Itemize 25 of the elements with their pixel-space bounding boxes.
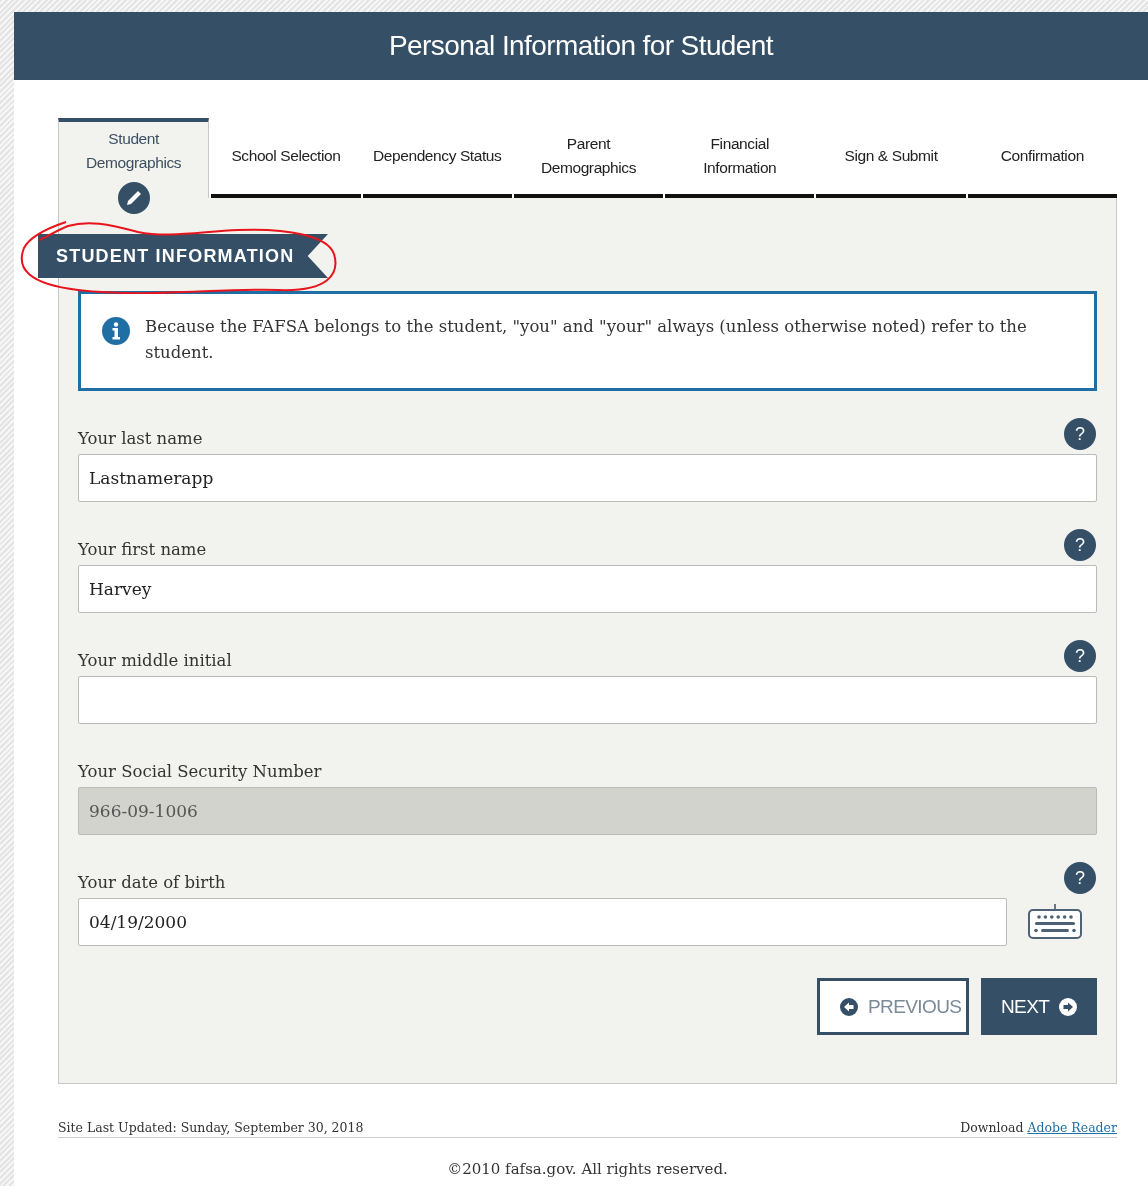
field-label: Your last name [78,429,203,450]
last-updated-text: Site Last Updated: Sunday, September 30, 2018 [58,1120,364,1135]
step-tab[interactable]: Student Demographics [58,118,210,198]
section-banner: STUDENT INFORMATION [38,234,328,278]
adobe-reader-link[interactable]: Adobe Reader [1027,1120,1117,1135]
notice-text: Because the FAFSA belongs to the student, "you" and "your" always (unless otherwise noted) refer to the student. [145,316,1028,364]
help-button[interactable]: ? [1064,862,1096,894]
keyboard-icon[interactable] [1027,904,1083,940]
field-label: Your Social Security Number [78,762,322,783]
info-icon [101,316,131,346]
previous-button[interactable]: PREVIOUS [817,978,969,1035]
page-title: Personal Information for Student [389,30,773,62]
input-field[interactable] [78,676,1097,724]
help-button[interactable]: ? [1064,640,1096,672]
download-text: Download Adobe Reader [960,1120,1117,1135]
help-button[interactable]: ? [1064,418,1096,450]
help-button[interactable]: ? [1064,529,1096,561]
input-field[interactable]: Lastnamerapp [78,454,1097,502]
copyright-text: ©2010 fafsa.gov. All rights reserved. [446,1160,729,1178]
input-field[interactable]: Harvey [78,565,1097,613]
next-button[interactable]: NEXT [981,978,1097,1035]
field-label: Your first name [78,540,207,561]
field-label: Your middle initial [78,651,232,672]
input-field[interactable]: 04/19/2000 [78,898,1007,946]
field-label: Your date of birth [78,873,226,894]
